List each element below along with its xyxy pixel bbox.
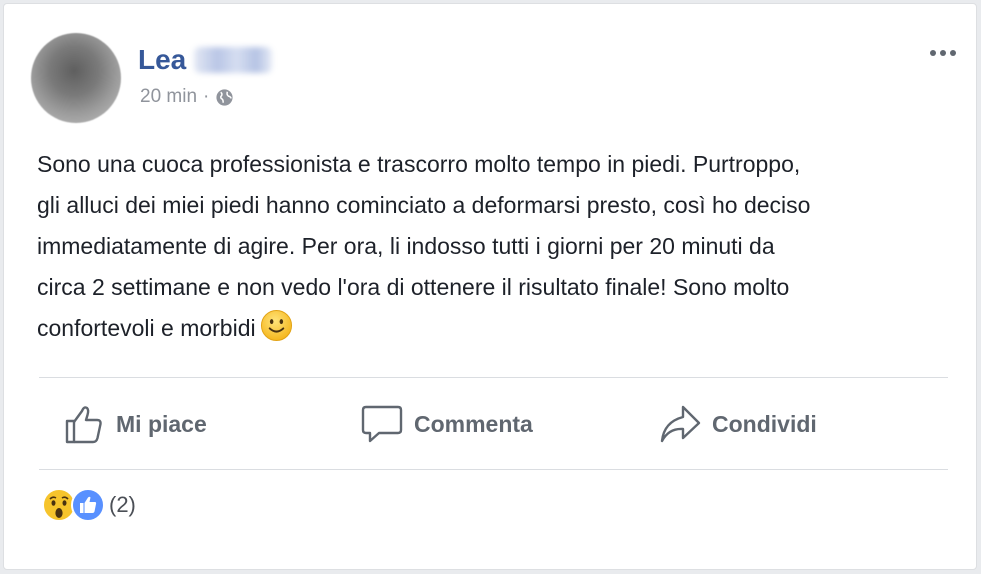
reactions-summary[interactable]: (2): [42, 488, 136, 522]
like-icon: [71, 488, 105, 522]
post-card: Lea 20 min · Sono una cuoca professionis…: [3, 3, 977, 570]
comment-bubble-icon: [361, 405, 403, 443]
more-options-icon[interactable]: [928, 46, 958, 60]
post-text: Sono una cuoca professionista e trascorr…: [37, 151, 811, 341]
share-label: Condividi: [712, 410, 817, 437]
thumbs-up-icon: [65, 406, 102, 444]
post-body: Sono una cuoca professionista e trascorr…: [37, 144, 967, 349]
actions-bottom-divider: [39, 469, 948, 470]
comment-label: Commenta: [414, 410, 533, 437]
author-name[interactable]: Lea: [138, 44, 186, 76]
globe-icon[interactable]: [215, 88, 234, 107]
like-label: Mi piace: [116, 410, 207, 437]
post-time[interactable]: 20 min: [140, 86, 197, 108]
post-meta: 20 min ·: [140, 86, 234, 108]
share-button[interactable]: Condividi: [658, 402, 817, 446]
comment-button[interactable]: Commenta: [360, 402, 533, 446]
share-arrow-icon: [660, 405, 701, 443]
reaction-count: (2): [109, 492, 136, 517]
actions-top-divider: [39, 377, 948, 378]
blurred-surname: [194, 47, 273, 73]
meta-separator: ·: [203, 86, 210, 107]
smile-icon: [260, 309, 292, 342]
author-avatar[interactable]: [31, 33, 121, 123]
like-button[interactable]: Mi piace: [62, 402, 207, 446]
author-name-row: Lea: [138, 42, 273, 78]
